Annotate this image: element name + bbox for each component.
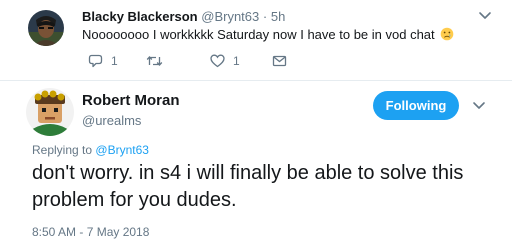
following-button[interactable]: Following [373,91,459,120]
avatar[interactable] [28,10,64,46]
tweet-text: don't worry. in s4 i will finally be abl… [32,162,464,211]
avatar-image [26,88,74,136]
avatar-image [28,10,64,46]
user-handle[interactable]: @urealms [82,113,141,128]
retweet-button[interactable] [146,53,171,69]
chevron-down-icon[interactable] [472,100,486,110]
reply-icon [88,54,103,68]
tweet-text-content: Noooooooo I workkkkk Saturday now I have… [82,27,435,42]
display-name[interactable]: Robert Moran [82,92,180,109]
separator-dot: · [262,9,268,24]
chevron-down-icon[interactable] [478,10,492,20]
direct-message-button[interactable] [272,53,287,69]
divider [0,80,512,81]
display-name[interactable]: Blacky Blackerson [82,9,198,24]
heart-icon [210,54,225,68]
tweet-timestamp[interactable]: 8:50 AM - 7 May 2018 [32,225,149,239]
mention-link[interactable]: @Brynt63 [95,143,149,157]
like-count: 1 [233,54,240,68]
user-handle[interactable]: @Brynt63 [201,9,259,24]
reply-count: 1 [111,54,118,68]
crying-face-icon [440,27,454,41]
avatar[interactable] [26,88,74,136]
reply-button[interactable]: 1 [88,53,118,69]
tweet-header: Blacky Blackerson @Brynt63 · 5h [82,9,285,24]
envelope-icon [272,55,287,67]
tweet-time[interactable]: 5h [271,9,285,24]
replying-to-label: Replying to [32,143,93,157]
retweet-icon [146,56,163,66]
replying-to: Replying to @Brynt63 [32,143,149,157]
parent-tweet: Blacky Blackerson @Brynt63 · 5h Nooooooo… [0,0,512,80]
like-button[interactable]: 1 [210,53,240,69]
tweet-text: Noooooooo I workkkkk Saturday now I have… [82,27,454,42]
